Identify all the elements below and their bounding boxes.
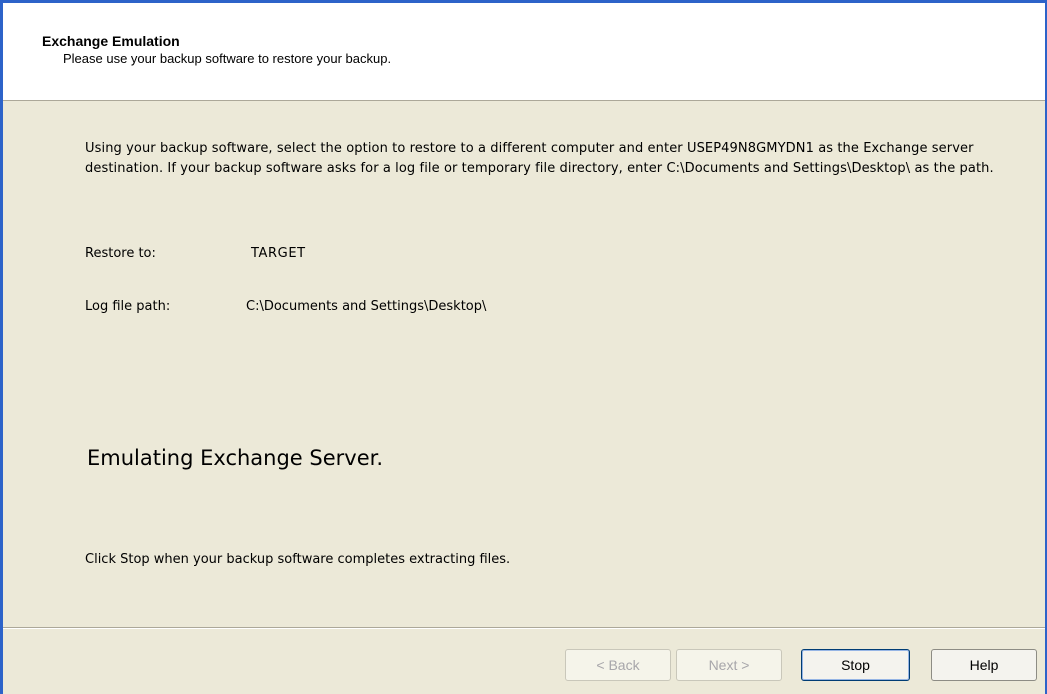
page-title: Exchange Emulation bbox=[42, 33, 180, 49]
back-button[interactable]: < Back bbox=[565, 649, 671, 681]
restore-to-label: Restore to: bbox=[85, 246, 156, 261]
wizard-footer: < Back Next > Stop Help bbox=[3, 629, 1045, 694]
wizard-header: Exchange Emulation Please use your backu… bbox=[3, 3, 1045, 101]
instructions-text: Using your backup software, select the o… bbox=[85, 141, 994, 176]
stop-button[interactable]: Stop bbox=[801, 649, 910, 681]
log-file-path-value: C:\Documents and Settings\Desktop\ bbox=[246, 299, 487, 314]
page-subtitle: Please use your backup software to resto… bbox=[63, 51, 392, 66]
restore-to-value: TARGET bbox=[251, 246, 306, 261]
emulation-status: Emulating Exchange Server. bbox=[87, 446, 384, 470]
wizard-content: Using your backup software, select the o… bbox=[3, 101, 1045, 627]
help-button[interactable]: Help bbox=[931, 649, 1037, 681]
next-button[interactable]: Next > bbox=[676, 649, 782, 681]
wizard-window: Exchange Emulation Please use your backu… bbox=[0, 0, 1047, 694]
stop-hint-text: Click Stop when your backup software com… bbox=[85, 552, 511, 567]
log-file-path-label: Log file path: bbox=[85, 299, 171, 314]
